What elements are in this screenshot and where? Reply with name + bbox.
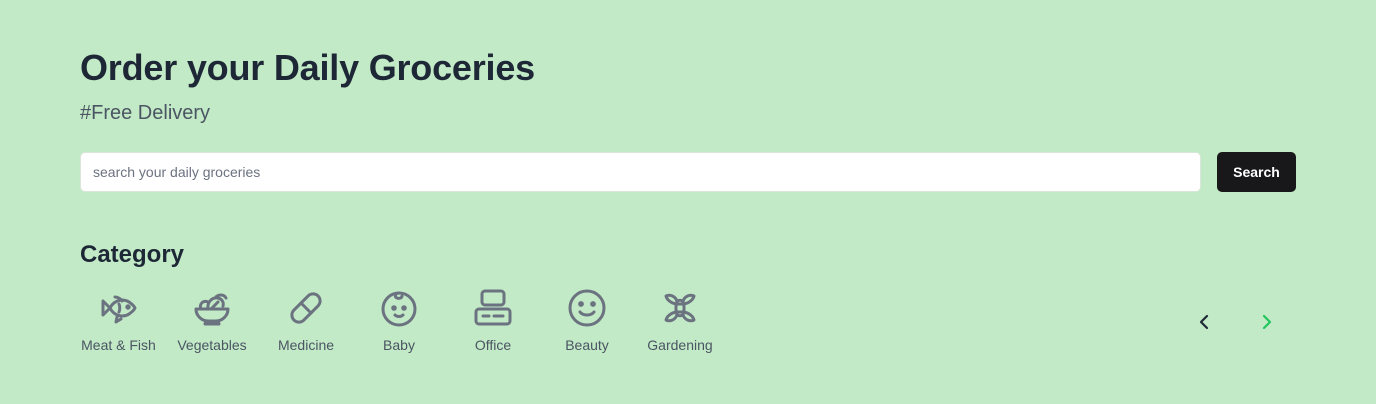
chevron-right-icon (1262, 314, 1272, 330)
category-label: Baby (383, 337, 415, 353)
prev-category-button[interactable] (1193, 311, 1215, 333)
category-label: Gardening (647, 337, 713, 353)
category-label: Medicine (277, 337, 335, 353)
category-heading: Category (80, 241, 185, 268)
salad-bowl-icon (191, 287, 233, 329)
category-label: Vegetables (177, 337, 247, 353)
pill-icon (285, 287, 327, 329)
category-label: Office (474, 337, 512, 353)
category-beauty[interactable]: Beauty (564, 287, 610, 353)
search-input[interactable] (80, 152, 1201, 192)
search-button[interactable]: Search (1217, 152, 1296, 192)
page-title: Order your Daily Groceries (80, 47, 535, 88)
category-gardening[interactable]: Gardening (646, 287, 714, 353)
smiley-icon (566, 287, 608, 329)
baby-face-icon (378, 287, 420, 329)
fish-icon (98, 287, 140, 329)
category-label: Meat & Fish (81, 337, 156, 353)
flower-icon (659, 287, 701, 329)
category-label: Beauty (565, 337, 609, 353)
hero-section: Order your Daily Groceries #Free Deliver… (80, 0, 1296, 404)
category-vegetables[interactable]: Vegetables (175, 287, 249, 353)
chevron-left-icon (1199, 314, 1209, 330)
category-office[interactable]: Office (470, 287, 516, 353)
category-meat-fish[interactable]: Meat & Fish (80, 287, 157, 353)
page-subtitle: #Free Delivery (80, 102, 211, 124)
category-baby[interactable]: Baby (377, 287, 421, 353)
category-medicine[interactable]: Medicine (276, 287, 336, 353)
next-category-button[interactable] (1256, 311, 1278, 333)
office-desk-icon (472, 287, 514, 329)
